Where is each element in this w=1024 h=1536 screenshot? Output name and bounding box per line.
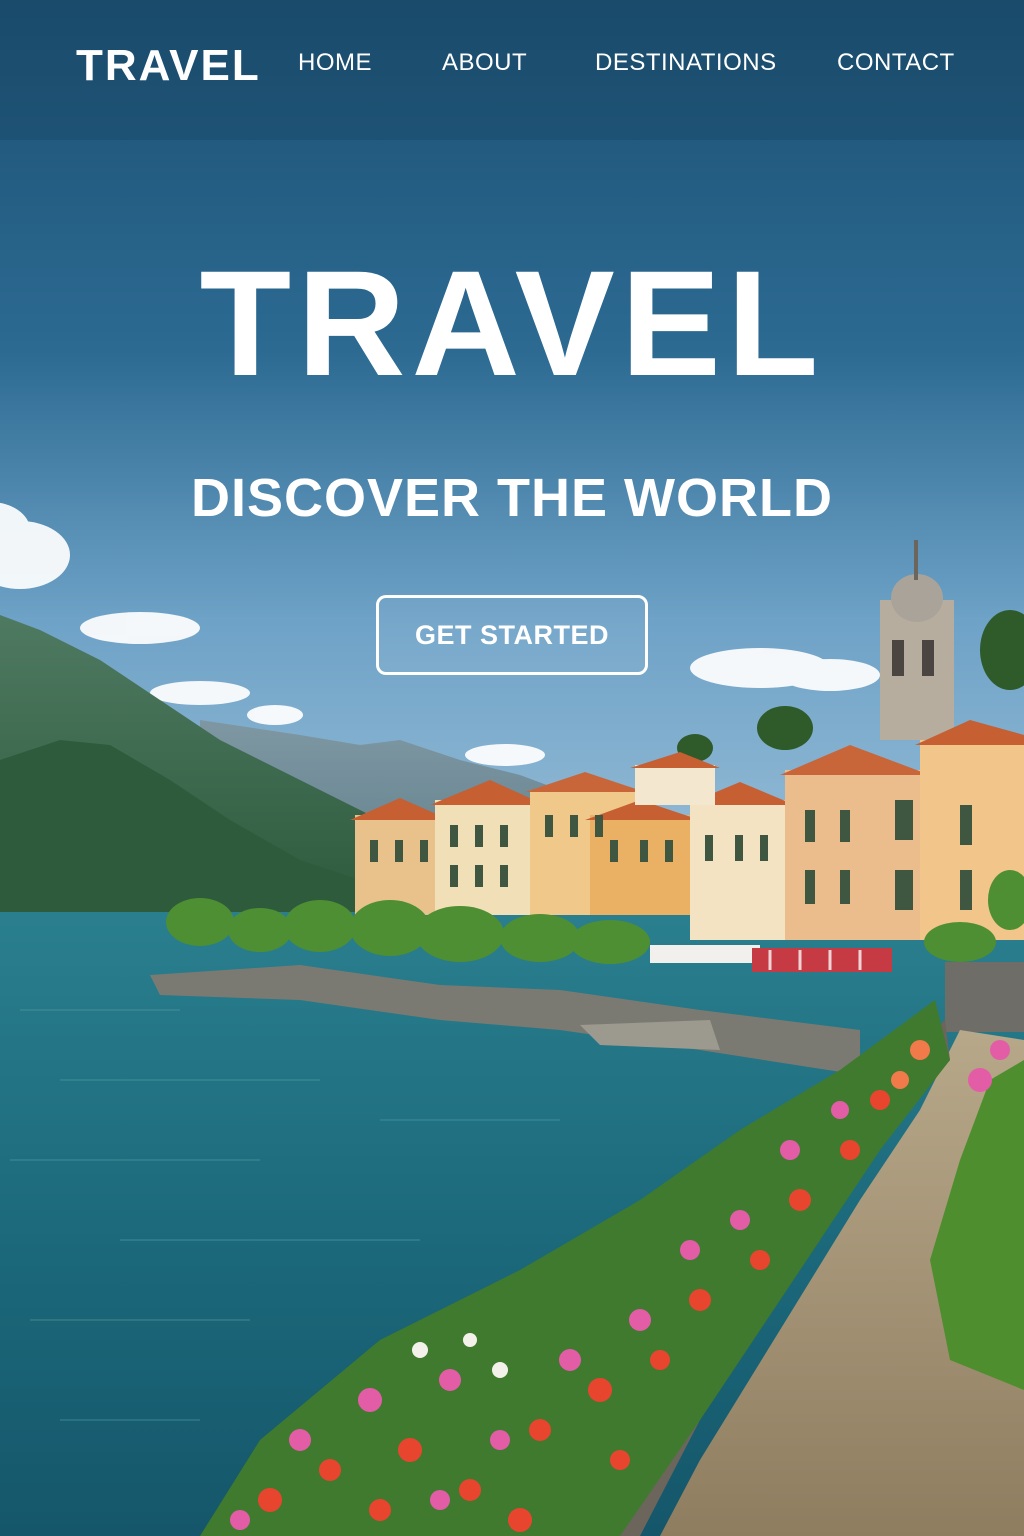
- nav-link-about[interactable]: ABOUT: [442, 48, 527, 78]
- hero-background-image: [0, 0, 1024, 1536]
- site-logo[interactable]: TRAVEL: [76, 40, 261, 92]
- landing-page: TRAVEL HOME ABOUT DESTINATIONS CONTACT T…: [0, 0, 1024, 1536]
- nav-link-contact[interactable]: CONTACT: [837, 48, 955, 78]
- nav-link-home[interactable]: HOME: [298, 48, 372, 78]
- hero-title: TRAVEL: [199, 239, 825, 407]
- get-started-button[interactable]: GET STARTED: [376, 595, 648, 675]
- top-navigation: TRAVEL HOME ABOUT DESTINATIONS CONTACT: [0, 0, 1024, 130]
- hero-subtitle: DISCOVER THE WORLD: [190, 468, 833, 528]
- nav-link-destinations[interactable]: DESTINATIONS: [595, 48, 777, 78]
